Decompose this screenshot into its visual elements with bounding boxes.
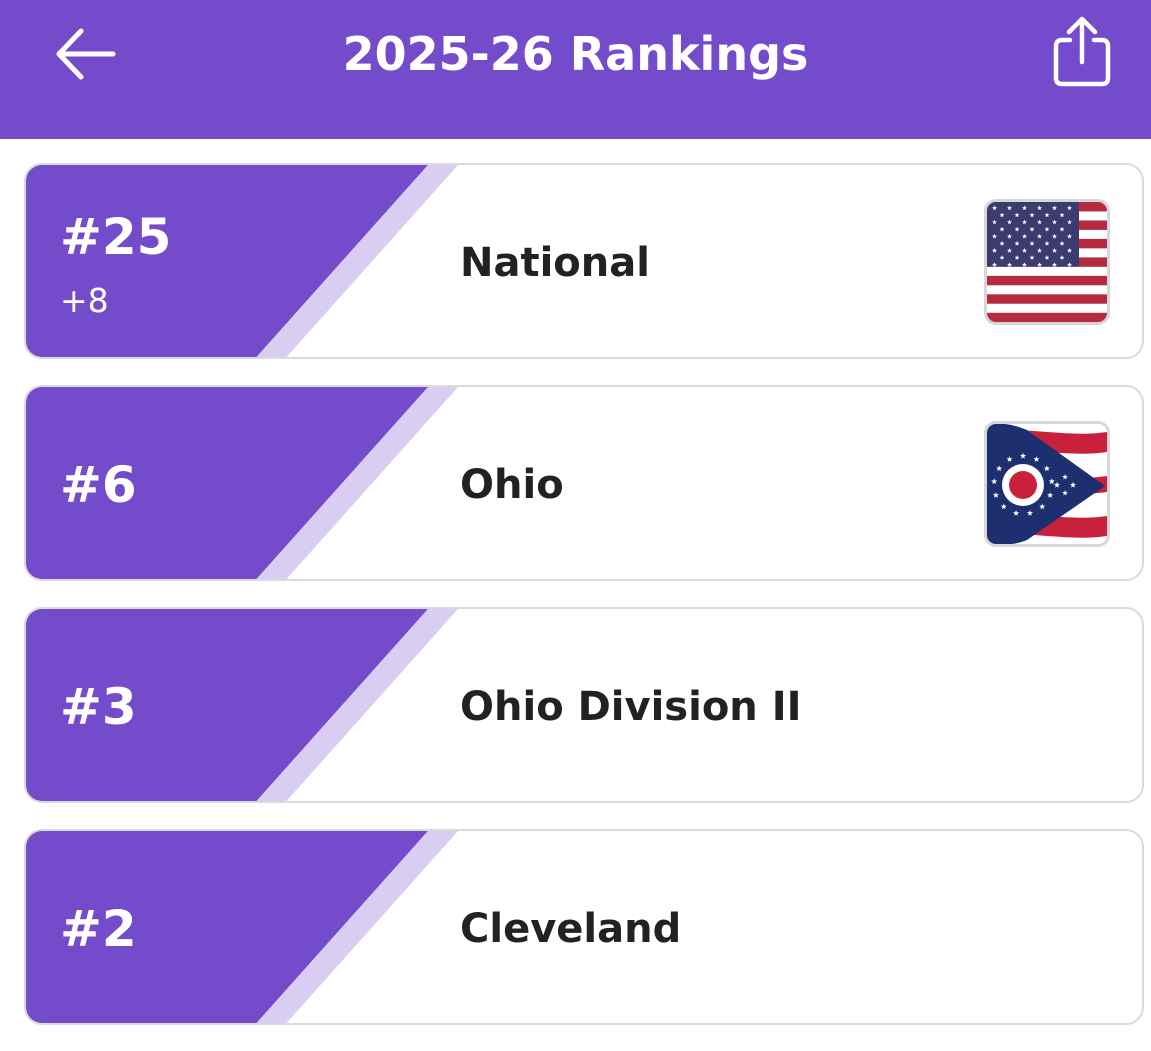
rank-value: #6 bbox=[60, 456, 137, 514]
ranking-card-cleveland[interactable]: #2 Cleveland bbox=[24, 829, 1144, 1025]
rank-value: #2 bbox=[60, 900, 137, 958]
rank-value: #3 bbox=[60, 678, 137, 736]
back-button[interactable] bbox=[44, 22, 124, 86]
page-title: 2025-26 Rankings bbox=[342, 27, 809, 81]
ranking-label: Cleveland bbox=[460, 906, 682, 952]
ranking-card-national[interactable]: #25 +8 National bbox=[24, 163, 1144, 359]
ranking-card-ohio[interactable]: #6 Ohio bbox=[24, 385, 1144, 581]
ranking-label: National bbox=[460, 240, 650, 286]
share-button[interactable] bbox=[1044, 10, 1120, 94]
us-flag-icon bbox=[984, 199, 1110, 325]
ranking-card-ohio-division-ii[interactable]: #3 Ohio Division II bbox=[24, 607, 1144, 803]
top-app-bar: 2025-26 Rankings bbox=[0, 0, 1151, 139]
rank-value: #25 bbox=[60, 208, 172, 266]
rank-change: +8 bbox=[60, 281, 109, 320]
back-arrow-icon bbox=[56, 28, 116, 80]
ranking-label: Ohio Division II bbox=[460, 684, 802, 730]
ranking-label: Ohio bbox=[460, 462, 564, 508]
share-icon bbox=[1053, 16, 1111, 87]
ohio-flag-icon bbox=[984, 421, 1110, 547]
